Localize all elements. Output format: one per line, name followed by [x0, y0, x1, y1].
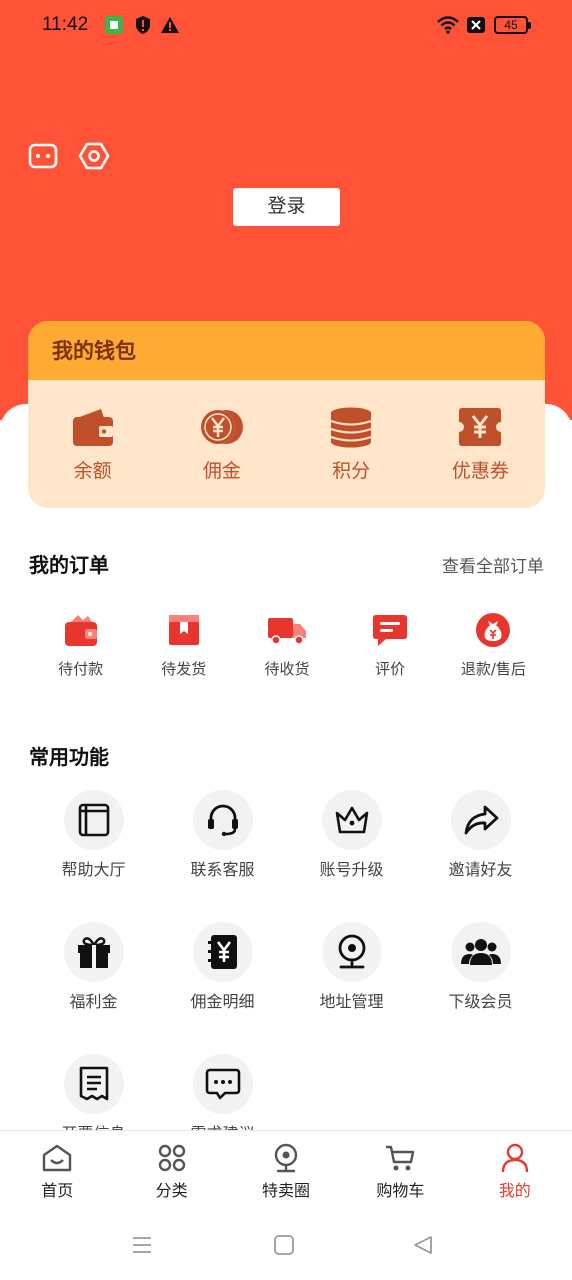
function-account-upgrade[interactable]: 账号升级 [287, 790, 416, 880]
order-review[interactable]: 评价 [339, 612, 442, 679]
sim-icon [467, 17, 485, 33]
function-label: 地址管理 [319, 992, 384, 1011]
function-label: 邀请好友 [448, 860, 513, 879]
tab-label: 购物车 [376, 1181, 425, 1200]
order-pending-receipt[interactable]: 待收货 [235, 612, 338, 679]
book-icon [78, 803, 109, 837]
wallet-title: 我的钱包 [28, 321, 545, 380]
settings-icon[interactable] [78, 140, 110, 172]
function-label: 福利金 [69, 992, 118, 1011]
share-icon [464, 805, 498, 835]
function-invite-friends[interactable]: 邀请好友 [416, 790, 545, 880]
yen-notebook-icon [207, 935, 237, 969]
tab-home[interactable]: 首页 [0, 1131, 114, 1216]
function-customer-service[interactable]: 联系客服 [158, 790, 287, 880]
profile-icon [501, 1143, 528, 1173]
status-time: 11:42 [42, 14, 89, 35]
crown-icon [335, 806, 368, 834]
chat-icon [205, 1068, 240, 1100]
app-notification-icon [105, 16, 123, 34]
order-label: 待收货 [264, 660, 310, 678]
menu-icon[interactable] [131, 1234, 153, 1256]
back-icon[interactable] [412, 1234, 434, 1256]
wallet-item-label: 余额 [73, 460, 112, 482]
function-sub-members[interactable]: 下级会员 [416, 922, 545, 1012]
order-label: 退款/售后 [460, 660, 526, 678]
function-welfare[interactable]: 福利金 [29, 922, 158, 1012]
order-status-row: 待付款 待发货 待收货 评价 退款/售后 [29, 612, 545, 679]
review-icon [373, 615, 408, 646]
pending-shipment-icon [168, 615, 199, 645]
order-label: 待发货 [161, 660, 207, 678]
functions-row-2: 福利金 佣金明细 地址管理 下级会员 [29, 922, 545, 1012]
headset-icon [207, 804, 238, 837]
orders-title: 我的订单 [29, 553, 109, 577]
function-label: 帮助大厅 [61, 860, 126, 879]
coupon-icon [459, 408, 502, 446]
login-button[interactable]: 登录 [233, 188, 340, 226]
wallet-icon [72, 409, 113, 446]
tab-profile[interactable]: 我的 [458, 1131, 572, 1216]
tab-label: 首页 [41, 1181, 74, 1200]
function-label: 下级会员 [448, 992, 513, 1011]
shield-icon [136, 16, 150, 34]
tab-label: 特卖圈 [261, 1181, 310, 1200]
function-label: 联系客服 [190, 860, 255, 879]
message-icon[interactable] [27, 140, 59, 172]
coin-stack-icon [330, 407, 372, 448]
system-navigation-bar [0, 1216, 572, 1280]
category-icon [158, 1144, 185, 1172]
tab-cart[interactable]: 购物车 [343, 1131, 457, 1216]
pending-payment-icon [64, 615, 97, 646]
wallet-item-label: 积分 [332, 460, 371, 482]
warning-icon [161, 17, 179, 33]
members-icon [460, 939, 501, 965]
wallet-card: 我的钱包 余额 佣金 积分 优惠券 [28, 321, 545, 508]
battery-icon: 45 [494, 16, 531, 34]
wallet-item-points[interactable]: 积分 [287, 380, 416, 508]
tab-label: 分类 [155, 1181, 188, 1200]
order-label: 待付款 [58, 660, 104, 678]
cart-icon [386, 1145, 415, 1171]
tab-special-sale[interactable]: 特卖圈 [229, 1131, 343, 1216]
function-label: 账号升级 [319, 860, 384, 879]
functions-title: 常用功能 [29, 745, 109, 769]
delivery-truck-icon [267, 618, 306, 645]
wallet-item-coupon[interactable]: 优惠券 [416, 380, 545, 508]
home-icon [42, 1144, 72, 1172]
home-square-icon[interactable] [273, 1234, 295, 1256]
function-label: 佣金明细 [190, 992, 255, 1011]
order-pending-shipment[interactable]: 待发货 [132, 612, 235, 679]
invoice-icon [79, 1066, 108, 1101]
view-all-orders-link[interactable]: 查看全部订单 [442, 552, 544, 577]
special-sale-icon [274, 1143, 298, 1173]
wallet-item-label: 佣金 [202, 460, 241, 482]
gift-icon [77, 937, 110, 968]
tab-label: 我的 [498, 1181, 531, 1200]
wallet-item-balance[interactable]: 余额 [28, 380, 157, 508]
location-pin-icon [338, 934, 365, 969]
order-label: 评价 [375, 660, 406, 678]
function-commission-details[interactable]: 佣金明细 [158, 922, 287, 1012]
status-bar: 11:42 45 [0, 0, 572, 52]
order-refund[interactable]: 退款/售后 [442, 612, 545, 679]
wifi-icon [437, 16, 459, 34]
functions-row-1: 帮助大厅 联系客服 账号升级 邀请好友 [29, 790, 545, 880]
coin-yen-icon [200, 410, 243, 444]
bottom-tab-bar: 首页 分类 特卖圈 购物车 我的 [0, 1130, 572, 1216]
function-help-center[interactable]: 帮助大厅 [29, 790, 158, 880]
tab-category[interactable]: 分类 [114, 1131, 228, 1216]
wallet-item-commission[interactable]: 佣金 [157, 380, 286, 508]
wallet-item-label: 优惠券 [451, 460, 509, 482]
order-pending-payment[interactable]: 待付款 [29, 612, 132, 679]
refund-bag-icon [476, 613, 511, 647]
function-address-management[interactable]: 地址管理 [287, 922, 416, 1012]
